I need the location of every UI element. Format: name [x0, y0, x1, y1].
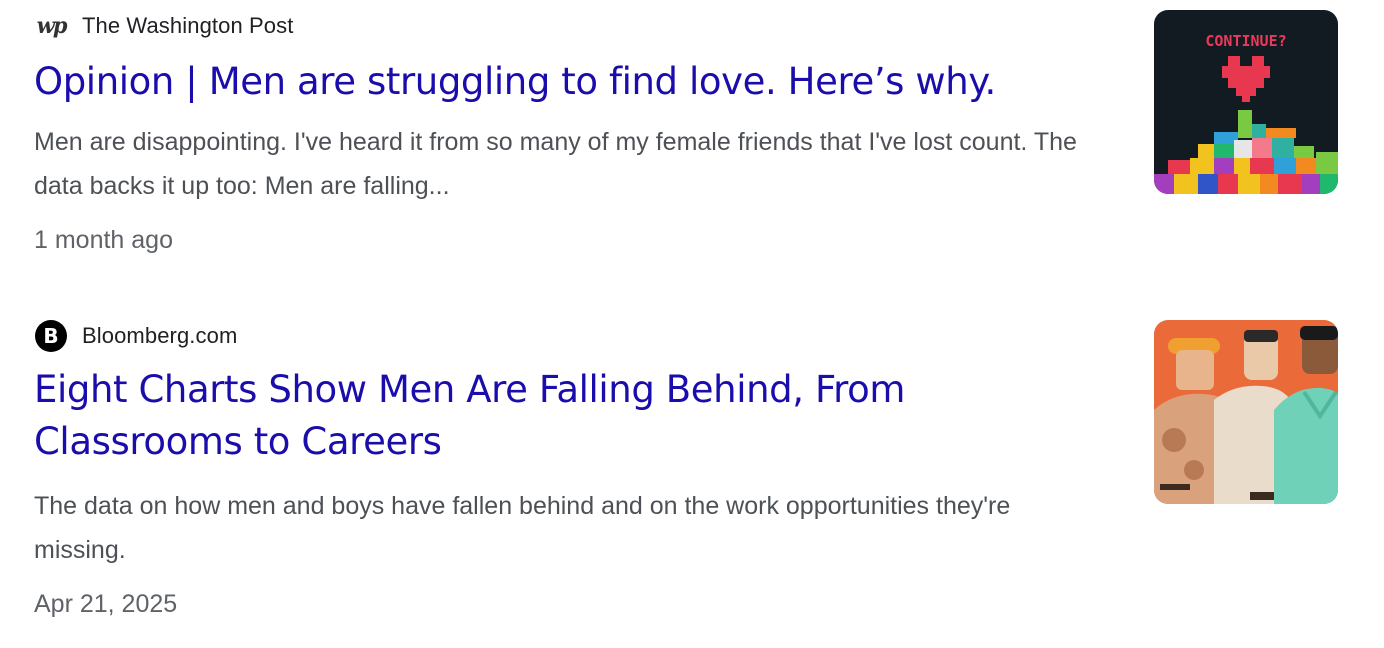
- source-name[interactable]: The Washington Post: [82, 13, 293, 39]
- search-result: B Bloomberg.com Eight Charts Show Men Ar…: [34, 318, 1338, 622]
- result-headline-link[interactable]: Opinion | Men are struggling to find lov…: [34, 56, 1124, 108]
- tetris-thumbnail-image: CONTINUE?: [1154, 10, 1338, 194]
- result-thumbnail[interactable]: [1154, 320, 1338, 504]
- result-snippet: The data on how men and boys have fallen…: [34, 492, 1011, 564]
- bloomberg-logo-icon: B: [34, 319, 68, 353]
- source-name[interactable]: Bloomberg.com: [82, 323, 237, 349]
- washington-post-logo-icon: wp: [36, 13, 68, 39]
- thumbnail-caption: CONTINUE?: [1205, 32, 1286, 50]
- result-date: 1 month ago: [34, 226, 173, 254]
- result-snippet: Men are disappointing. I've heard it fro…: [34, 128, 1077, 200]
- result-thumbnail[interactable]: CONTINUE?: [1154, 10, 1338, 194]
- source-row[interactable]: wp The Washington Post: [34, 8, 1338, 44]
- result-headline-link[interactable]: Eight Charts Show Men Are Falling Behind…: [34, 364, 1124, 468]
- result-date: Apr 21, 2025: [34, 590, 178, 618]
- source-row[interactable]: B Bloomberg.com: [34, 318, 1338, 354]
- workers-illustration-image: [1154, 320, 1338, 504]
- search-result: wp The Washington Post Opinion | Men are…: [34, 8, 1338, 258]
